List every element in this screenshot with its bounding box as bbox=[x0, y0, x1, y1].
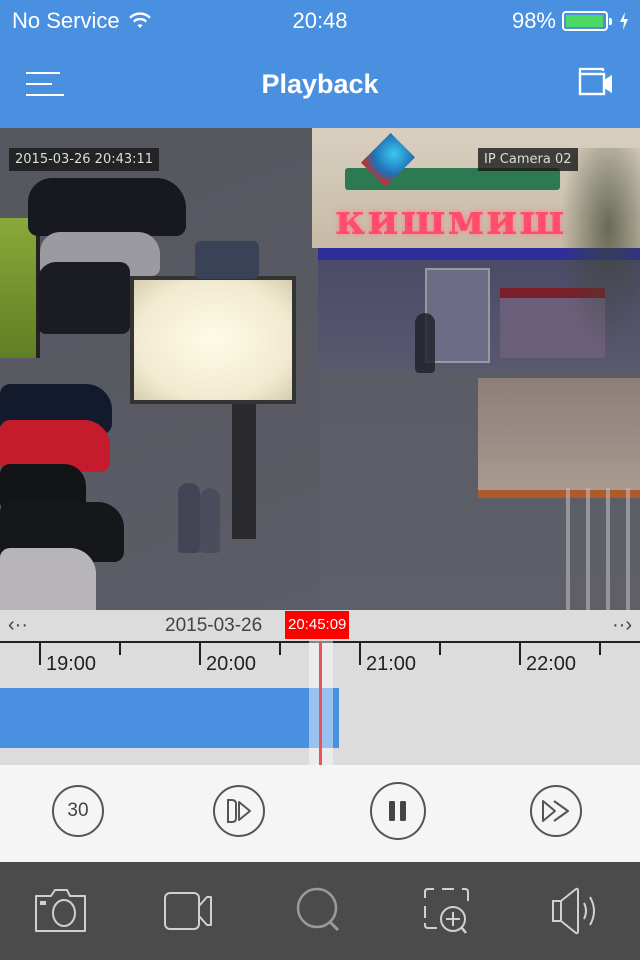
terrace bbox=[478, 378, 640, 498]
nav-bar: Playback bbox=[0, 40, 640, 128]
hour-label: 21:00 bbox=[366, 653, 417, 675]
snapshot-button[interactable] bbox=[31, 886, 91, 936]
rewind-30-button[interactable]: 30 bbox=[52, 785, 104, 837]
minor-tick bbox=[119, 643, 121, 655]
frame-forward-icon bbox=[227, 799, 251, 823]
timeline-date: 2015-03-26 bbox=[165, 615, 263, 636]
major-tick bbox=[199, 643, 201, 665]
camera-icon bbox=[35, 889, 86, 932]
bottom-toolbar bbox=[0, 862, 640, 960]
search-button[interactable] bbox=[290, 886, 350, 936]
store-sign: кишмиш bbox=[335, 195, 567, 244]
minor-tick bbox=[439, 643, 441, 655]
playhead-line bbox=[319, 641, 323, 765]
camera-name-overlay: IP Camera 02 bbox=[478, 148, 578, 171]
digital-zoom-button[interactable] bbox=[418, 886, 478, 936]
car bbox=[38, 262, 130, 334]
billboard-screen bbox=[130, 276, 296, 404]
step-forward-button[interactable] bbox=[213, 785, 265, 837]
pedestrian bbox=[200, 488, 220, 553]
status-bar: No Service 20:48 98% bbox=[0, 0, 640, 40]
minor-tick bbox=[279, 643, 281, 655]
timeline-prev-button[interactable]: ‹·· bbox=[8, 614, 28, 637]
car bbox=[195, 241, 259, 279]
recording-segment[interactable] bbox=[0, 688, 339, 748]
timeline[interactable]: ‹·· 2015-03-26 20:45:09 ··› 19:00 20:00 21… bbox=[0, 610, 640, 765]
charging-bolt-icon bbox=[620, 12, 628, 30]
timeline-header: ‹·· 2015-03-26 20:45:09 ··› bbox=[0, 610, 640, 641]
car bbox=[0, 548, 96, 610]
major-tick bbox=[519, 643, 521, 665]
page-title: Playback bbox=[261, 69, 379, 99]
video-camera-icon bbox=[164, 892, 212, 930]
speaker-icon bbox=[552, 887, 595, 935]
audio-button[interactable] bbox=[546, 886, 606, 936]
car bbox=[28, 178, 186, 236]
pedestrian bbox=[415, 313, 435, 373]
major-tick bbox=[359, 643, 361, 665]
search-icon bbox=[296, 887, 340, 932]
fast-forward-icon bbox=[542, 800, 569, 822]
app-header: No Service 20:48 98% Playback bbox=[0, 0, 640, 128]
battery-percent: 98% bbox=[511, 8, 556, 33]
hour-label: 22:00 bbox=[526, 653, 577, 675]
rewind-30-icon: 30 bbox=[67, 800, 89, 821]
railing bbox=[560, 488, 640, 610]
pause-button[interactable] bbox=[370, 782, 426, 840]
record-button[interactable] bbox=[161, 886, 221, 936]
battery-icon bbox=[562, 11, 612, 31]
current-time-badge: 20:45:09 bbox=[285, 611, 350, 639]
camera-switch-button[interactable] bbox=[576, 66, 616, 100]
fast-forward-button[interactable] bbox=[530, 785, 582, 837]
hour-label: 20:00 bbox=[206, 653, 257, 675]
ad-column bbox=[0, 218, 40, 358]
timeline-next-button[interactable]: ··› bbox=[612, 614, 632, 637]
minor-tick bbox=[599, 643, 601, 655]
zoom-in-icon bbox=[424, 888, 469, 934]
video-player[interactable]: кишмиш 2015-03-26 20:43:11 IP Camera 02 bbox=[0, 128, 640, 610]
billboard-pole bbox=[232, 404, 256, 539]
tree bbox=[560, 148, 640, 348]
playback-controls: 30 bbox=[0, 765, 640, 862]
video-timestamp-overlay: 2015-03-26 20:43:11 bbox=[9, 148, 160, 171]
pedestrian bbox=[178, 483, 200, 553]
battery-level bbox=[566, 15, 604, 27]
camera-switch-icon bbox=[578, 67, 612, 96]
hour-label: 19:00 bbox=[46, 653, 97, 675]
pause-icon bbox=[389, 801, 406, 821]
major-tick bbox=[39, 643, 41, 665]
